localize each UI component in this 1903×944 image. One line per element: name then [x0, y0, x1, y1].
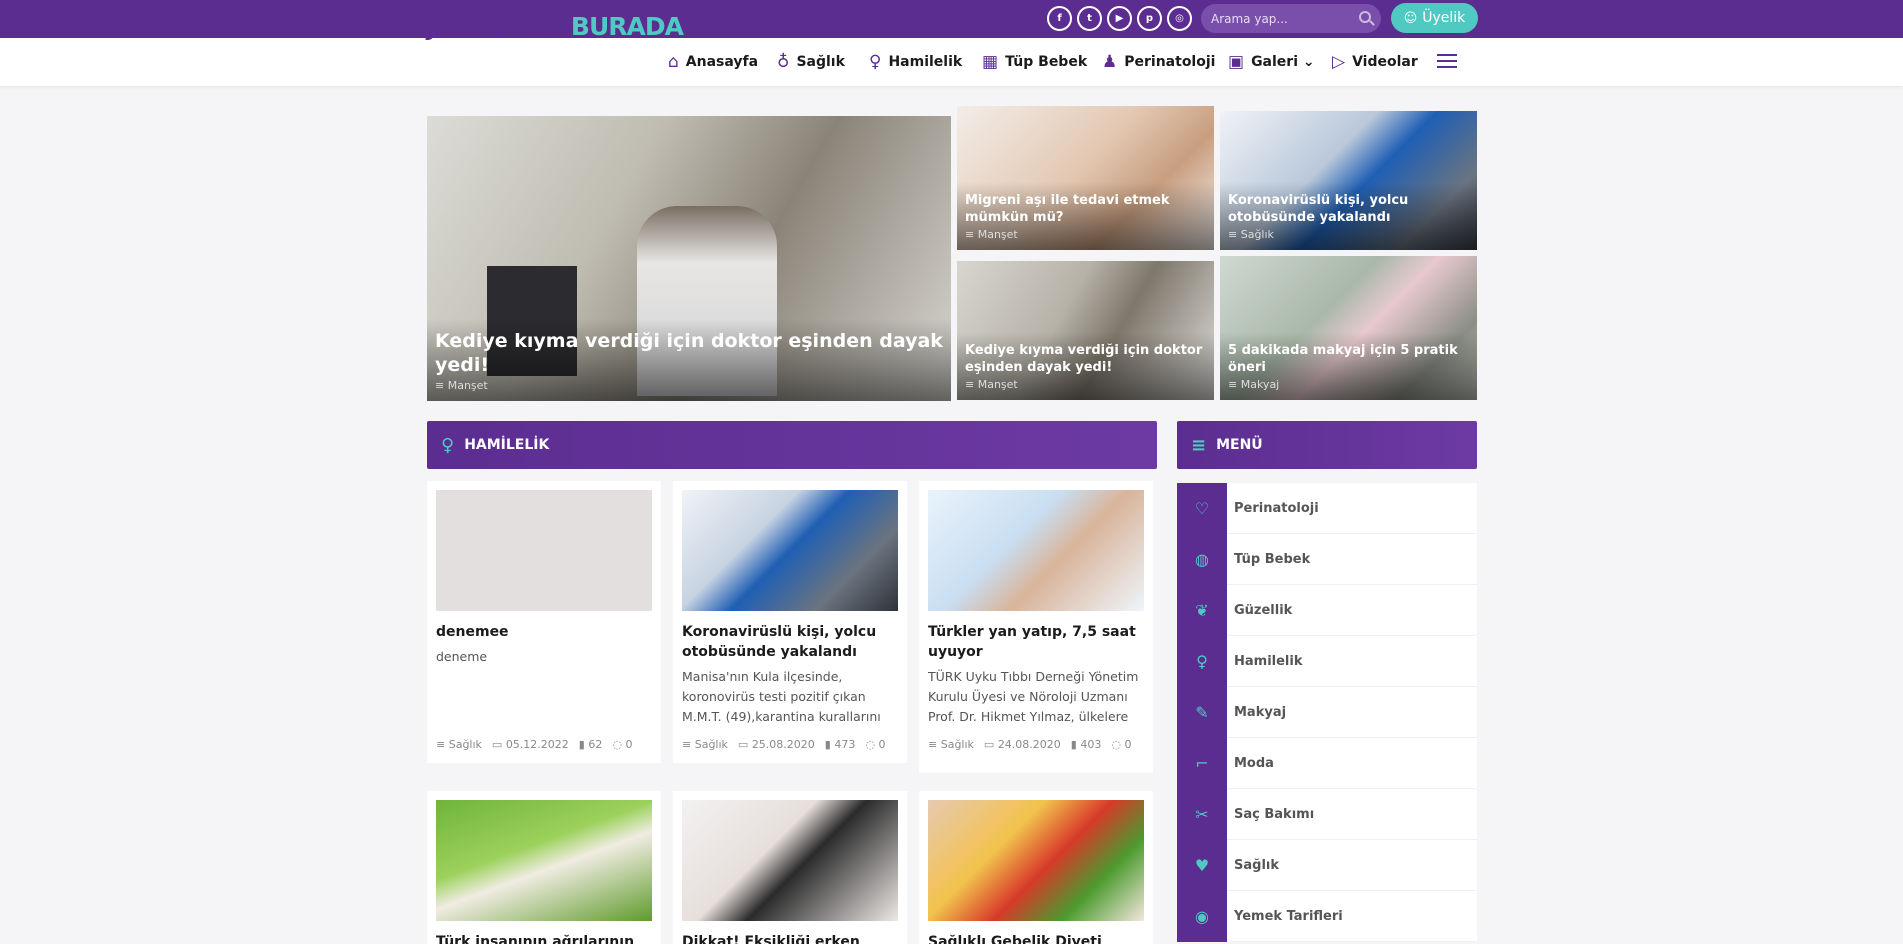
featured-tile-4[interactable]: 5 dakikada makyaj için 5 pratik öneri ≡ M… — [1220, 256, 1477, 400]
nav-item-perinatoloji[interactable]: ♟ Perinatoloji — [1102, 50, 1215, 74]
sidebar-item-perinatoloji[interactable]: ♡ Perinatoloji — [1177, 482, 1477, 534]
search-icon[interactable] — [1359, 11, 1371, 23]
featured-main[interactable]: Kediye kıyma verdiği için doktor eşinden… — [427, 116, 951, 401]
heartbeat-icon: ♥ — [1177, 839, 1227, 891]
post-card[interactable]: Sağlıklı Gebelik Diyeti Nasıl — [919, 791, 1153, 944]
gallery-icon: ▣ — [1228, 51, 1245, 72]
nav-item-tup-bebek[interactable]: ▦ Tüp Bebek — [982, 50, 1087, 74]
post-card[interactable]: Koronavirüslü kişi, yolcu otobüsünde yak… — [673, 481, 907, 763]
menu-icon[interactable] — [1437, 54, 1457, 68]
post-image — [928, 800, 1144, 921]
nav-item-anasayfa[interactable]: ⌂ Anasayfa — [668, 50, 758, 74]
high-heel-icon: ⌐ — [1177, 737, 1227, 789]
sidebar-item-moda[interactable]: ⌐ Moda — [1177, 737, 1477, 789]
sidebar-item-sac-bakimi[interactable]: ✂ Saç Bakımı — [1177, 788, 1477, 840]
sidebar-item-guzellik[interactable]: ❦ Güzellik — [1177, 584, 1477, 636]
facebook-icon[interactable]: f — [1047, 6, 1072, 31]
sidebar-item-yemek-tarifleri[interactable]: ◉ Yemek Tarifleri — [1177, 890, 1477, 942]
membership-label: Üyelik — [1422, 10, 1466, 26]
post-meta: ≡ Sağlık ▭ 25.08.2020 ▮ 473 ◌ 0 — [682, 738, 886, 751]
sidebar-item-makyaj[interactable]: ✎ Makyaj — [1177, 686, 1477, 738]
pregnancy-icon: ♀ — [1177, 635, 1227, 687]
post-image — [682, 490, 898, 611]
sidebar-item-hamilelik[interactable]: ♀ Hamilelik — [1177, 635, 1477, 687]
nav-item-galeri[interactable]: ▣ Galeri ⌄ — [1228, 50, 1315, 74]
menu-icon: ≡ — [1191, 434, 1207, 456]
post-image-placeholder — [436, 490, 652, 611]
pregnancy-icon: ♀ — [869, 51, 882, 72]
post-image — [436, 800, 652, 921]
sidebar-menu: ♡ Perinatoloji ◍ Tüp Bebek ❦ Güzellik ♀ Hami… — [1177, 482, 1477, 942]
post-card[interactable]: denemee deneme ≡ Sağlık ▭ 05.12.2022 ▮ 62 ◌… — [427, 481, 661, 763]
post-image — [928, 490, 1144, 611]
beauty-icon: ❦ — [1177, 584, 1227, 636]
pregnancy-icon: ♀ — [441, 434, 455, 456]
home-icon: ⌂ — [668, 51, 679, 72]
post-meta: ≡ Sağlık ▭ 05.12.2022 ▮ 62 ◌ 0 — [436, 738, 633, 751]
membership-button[interactable]: ☺ Üyelik — [1391, 3, 1478, 33]
post-card[interactable]: Türkler yan yatıp, 7,5 saat uyuyor TÜRK … — [919, 481, 1153, 773]
scissors-icon: ✂ — [1177, 788, 1227, 840]
nav-item-hamilelik[interactable]: ♀ Hamilelik — [869, 50, 962, 74]
sidebar-item-tup-bebek[interactable]: ◍ Tüp Bebek — [1177, 533, 1477, 585]
site-logo[interactable]: JİNEKOLOGBURADA — [427, 12, 684, 41]
sidebar-item-saglik[interactable]: ♥ Sağlık — [1177, 839, 1477, 891]
instagram-icon[interactable]: ◎ — [1167, 6, 1192, 31]
post-image — [682, 800, 898, 921]
post-card[interactable]: Dikkat! Eksikliği erken doğum — [673, 791, 907, 944]
plate-icon: ◉ — [1177, 890, 1227, 942]
sidebar-header: ≡ MENÜ — [1177, 421, 1477, 469]
calendar-icon: ▦ — [982, 51, 999, 72]
nav-item-videolar[interactable]: ▷ Videolar — [1332, 50, 1418, 74]
featured-tile-2[interactable]: Koronavirüslü kişi, yolcu otobüsünde yak… — [1220, 111, 1477, 250]
planet-icon: ◍ — [1177, 533, 1227, 585]
post-card[interactable]: Türk insanının ağrılarının en — [427, 791, 661, 944]
section-title: HAMİLELİK — [464, 437, 550, 453]
heart-hand-icon: ♡ — [1177, 482, 1227, 534]
featured-tile-1[interactable]: Migreni aşı ile tedavi etmek mümkün mü? ≡… — [957, 106, 1214, 250]
pinterest-icon[interactable]: p — [1137, 6, 1162, 31]
youtube-icon[interactable]: ▶ — [1107, 6, 1132, 31]
search-input[interactable] — [1211, 11, 1351, 26]
makeup-icon: ✎ — [1177, 686, 1227, 738]
play-icon: ▷ — [1332, 51, 1346, 72]
stethoscope-icon: ♁ — [777, 51, 790, 72]
featured-tile-3[interactable]: Kediye kıyma verdiği için doktor eşinden… — [957, 261, 1214, 400]
section-header-hamilelik: ♀ HAMİLELİK — [427, 421, 1157, 469]
search-box — [1201, 4, 1381, 33]
twitter-icon[interactable]: t — [1077, 6, 1102, 31]
top-bar: f t ▶ p ◎ ☺ Üyelik — [0, 0, 1903, 38]
user-icon: ☺ — [1403, 10, 1418, 26]
sidebar-title: MENÜ — [1216, 437, 1263, 453]
post-meta: ≡ Sağlık ▭ 24.08.2020 ▮ 403 ◌ 0 — [928, 738, 1132, 751]
doctor-icon: ♟ — [1102, 51, 1118, 72]
nav-item-saglik[interactable]: ♁ Sağlık — [777, 50, 845, 74]
